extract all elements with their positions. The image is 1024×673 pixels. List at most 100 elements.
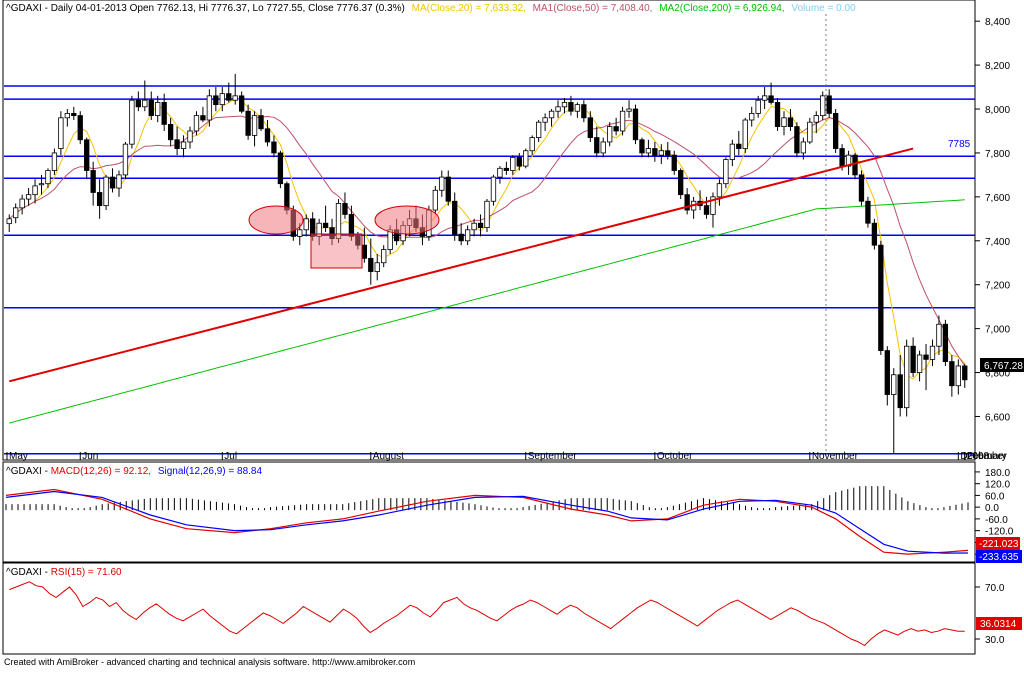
- candle-body: [374, 262, 380, 272]
- candle-body: [929, 345, 936, 360]
- annotation-ellipse-left: [248, 205, 304, 235]
- candle-body: [626, 108, 632, 112]
- candle-body: [45, 170, 51, 185]
- price-tick-label: 7,800: [985, 149, 1010, 160]
- candle-body: [716, 183, 723, 198]
- candle-body: [264, 128, 271, 143]
- candle-body: [64, 113, 70, 119]
- candle-body: [452, 200, 458, 235]
- level-label: 7785: [948, 139, 971, 150]
- month-label: November: [812, 451, 859, 462]
- candle-body: [303, 218, 309, 231]
- candle: [742, 117, 748, 153]
- candle-body: [51, 152, 58, 171]
- candle-body: [561, 102, 568, 108]
- candle-body: [665, 150, 671, 156]
- candle: [632, 104, 639, 145]
- candle-body: [723, 159, 729, 185]
- candle-body: [942, 323, 949, 362]
- month-label: February: [967, 451, 1007, 462]
- candle: [523, 148, 529, 169]
- candle-body: [174, 139, 180, 149]
- rsi-last-flag: 36.0314: [976, 617, 1022, 630]
- candle-body: [878, 244, 884, 351]
- candle: [432, 185, 439, 215]
- candle-body: [213, 95, 219, 106]
- candle-body: [832, 113, 839, 149]
- macd-header: ^GDAXI - MACD(12,26) = 92.12, Signal(12,…: [6, 466, 262, 477]
- candle: [858, 170, 865, 206]
- candle-body: [761, 95, 768, 101]
- macd-tick-label: -120.0: [985, 527, 1014, 538]
- candle-body: [600, 141, 606, 154]
- candle-body: [852, 154, 858, 176]
- candle-body: [535, 121, 542, 138]
- candle-body: [335, 203, 342, 239]
- candle-body: [787, 117, 794, 127]
- candle: [122, 141, 129, 180]
- candle-body: [135, 99, 142, 108]
- candle: [490, 174, 497, 206]
- candle-body: [871, 222, 878, 246]
- candle-body: [238, 95, 245, 112]
- candle: [129, 95, 135, 149]
- price-panel-frame: [2, 0, 976, 461]
- candle-body: [542, 117, 548, 123]
- amibroker-chart-window: 6,600 6,800 7,000 7,200 7,400 7,600 7,800 8,000…: [0, 0, 1024, 668]
- candle-body: [226, 93, 232, 101]
- candle: [484, 199, 490, 232]
- candle-body: [587, 117, 593, 138]
- last-price-flag: 6,767.28: [980, 358, 1024, 372]
- header-volume: Volume = 0.00: [791, 3, 856, 14]
- candle-body: [865, 200, 871, 224]
- macd-tick-label: 120.0: [985, 480, 1010, 491]
- candle: [871, 218, 878, 250]
- rsi-header: ^GDAXI - RSI(15) = 71.60: [6, 567, 122, 578]
- candle-body: [594, 137, 600, 154]
- candle-body: [645, 148, 652, 154]
- header-ma200: MA2(Close,200) = 6,926.94,: [659, 3, 784, 14]
- candle: [277, 150, 284, 189]
- candle-body: [897, 374, 903, 409]
- candle-body: [962, 365, 968, 381]
- chart-svg: 6,6006,8007,0007,2007,4007,6007,8008,000…: [2, 0, 1024, 667]
- candle-body: [581, 104, 587, 119]
- price-header: ^GDAXI - Daily 04-01-2013 Open 7762.13, …: [6, 3, 856, 14]
- candle: [103, 174, 109, 211]
- candle-body: [742, 119, 748, 149]
- candle-body: [529, 137, 535, 152]
- candle-body: [322, 222, 329, 229]
- candle-body: [206, 95, 213, 121]
- candle-body: [574, 104, 581, 112]
- signal-last-label: -233.635: [979, 552, 1019, 563]
- macd-last-flags: -221.023 -233.635: [976, 537, 1022, 563]
- price-tick-label: 8,200: [985, 61, 1010, 72]
- header-ma50: MA1(Close,50) = 7,408.40,: [533, 3, 653, 14]
- candle-body: [807, 121, 813, 143]
- month-label: Jun: [82, 451, 98, 462]
- candle: [942, 319, 949, 366]
- price-tick-label: 7,600: [985, 193, 1010, 204]
- candle-body: [187, 130, 193, 143]
- candle-body: [471, 222, 477, 231]
- price-tick-label: 8,000: [985, 105, 1010, 116]
- candle-body: [180, 141, 187, 149]
- candle-body: [949, 361, 955, 387]
- candle-body: [916, 354, 923, 373]
- candle: [619, 106, 626, 136]
- candle-body: [116, 174, 122, 189]
- candle-body: [936, 323, 942, 347]
- price-tick-label: 8,400: [985, 17, 1010, 28]
- candle-body: [439, 176, 445, 191]
- candle-body: [58, 117, 64, 149]
- price-tick-label: 7,000: [985, 325, 1010, 336]
- candle-body: [568, 102, 574, 112]
- candle: [678, 168, 684, 200]
- header-ma20: MA(Close,20) = 7,633.32,: [412, 3, 526, 14]
- candle-body: [71, 113, 77, 117]
- candle-body: [122, 143, 129, 176]
- candle-body: [348, 214, 355, 237]
- candle-body: [277, 152, 284, 185]
- rsi-tick-label: 30.0: [985, 635, 1005, 646]
- candle-body: [800, 141, 807, 154]
